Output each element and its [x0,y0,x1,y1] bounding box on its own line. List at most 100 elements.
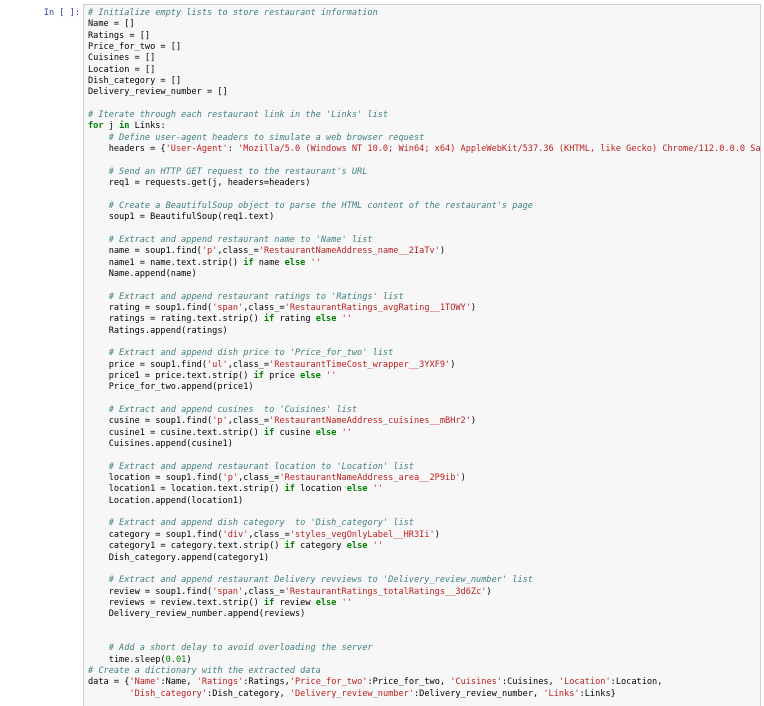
code-token: # Extract and append restaurant name to … [108,234,373,245]
code-token: review = soup1.find( [88,586,213,597]
code-token: price = soup1.find( [88,359,207,370]
code-line: Delivery_review_number = [] [88,87,760,98]
code-token: # Create a dictionary with the extracted… [88,665,321,676]
code-line: Name.append(name) [88,269,760,280]
code-token: :Links} [579,688,616,699]
code-token: : [227,144,239,155]
code-token: :Ratings, [243,677,290,688]
code-token: review [274,597,316,608]
code-token: time.sleep( [88,654,166,665]
code-token: # Define user-agent headers to simulate … [108,132,425,143]
code-line: ​ [88,632,760,643]
code-token: if [243,257,254,268]
code-line: Price_for_two = [] [88,42,760,53]
code-editor[interactable]: # Initialize empty lists to store restau… [88,8,761,700]
code-cell[interactable]: # Initialize empty lists to store restau… [83,4,761,706]
code-token: 'Name' [129,677,161,688]
code-line: review = soup1.find('span',class_='Resta… [88,586,760,598]
code-token: Location.append(location1) [88,495,244,506]
code-line: # Initialize empty lists to store restau… [88,8,760,19]
code-line: Name = [] [88,19,760,30]
code-token: Ratings.append(ratings) [88,325,228,336]
code-token: if [253,371,264,381]
code-line: ​ [88,99,760,110]
code-line: req1 = requests.get(j, headers=headers) [88,178,760,189]
code-token: Delivery_review_number.append(reviews) [88,609,306,620]
code-token: ) [470,302,477,313]
code-line: ​ [88,621,760,632]
code-line: # Extract and append cusines to 'Cuisine… [88,405,760,416]
code-line: # Extract and append dish price to 'Pric… [88,348,760,359]
code-token: Delivery_review_number = [] [88,87,228,98]
code-token: 'p' [222,473,239,484]
code-token: reviews = review.text.strip() [88,597,264,608]
code-token: ) [486,586,492,597]
code-line: Ratings = [] [88,31,760,42]
code-token: if [263,597,275,608]
code-line: ​ [88,507,760,518]
code-line: # Create a dictionary with the extracted… [88,665,760,677]
code-token: 'div' [222,529,249,540]
code-token: data = { [88,677,130,688]
code-token: 'RestaurantRatings_avgRating__1TOWY' [284,302,471,313]
code-line: # Extract and append restaurant Delivery… [88,575,760,586]
code-token: 'RestaurantNameAddress_cuisines__mBHr2' [269,416,471,427]
code-line: Price_for_two.append(price1) [88,382,760,393]
code-token: 'RestaurantRatings_totalRatings__3d6Zc' [284,586,487,597]
code-token: ,class_= [238,473,280,484]
code-token: ) [450,359,456,370]
code-token: '' [341,314,352,325]
code-token: '' [326,371,337,381]
code-token: Cuisines = [] [88,53,156,64]
code-token: ,class_= [243,302,285,313]
code-line: time.sleep(0.01) [88,654,760,666]
code-token: 'Links' [543,688,580,699]
code-token: 'Ratings' [196,677,244,688]
code-token: location1 = location.text.strip() [88,484,285,495]
code-token: Name = [] [88,19,135,30]
code-token: ,class_= [243,586,285,597]
code-token: 'Dish_category' [129,688,208,699]
code-token: :Location, [610,677,663,688]
code-token: :Price_for_two, [367,677,451,688]
code-line: name = soup1.find('p',class_='Restaurant… [88,246,760,257]
code-token: # Extract and append dish category to 'D… [108,518,414,529]
code-token: 'User-Agent' [165,144,228,155]
code-line: headers = {'User-Agent': 'Mozilla/5.0 (W… [88,144,761,155]
code-token: for [88,121,104,132]
code-token: else [346,484,368,495]
code-token: cusine [274,427,316,438]
code-line: # Extract and append restaurant ratings … [88,292,760,303]
code-line: price1 = price.text.strip() if price els… [88,371,760,382]
code-token: req1 = requests.get(j, headers=headers) [88,178,311,189]
notebook-page: In [ ]: # Initialize empty lists to stor… [0,0,764,706]
code-token: cusine = soup1.find( [88,416,213,427]
code-line: name1 = name.text.strip() if name else '… [88,257,760,269]
code-token: 'Mozilla/5.0 (Windows NT 10.0; Win64; x6… [238,144,761,155]
code-token: ) [439,246,446,257]
code-token: :Delivery_review_number, [414,688,544,699]
code-token: location = soup1.find( [88,473,223,484]
code-line: # Extract and append restaurant name to … [88,234,760,246]
code-line: data = {'Name':Name, 'Ratings':Ratings,'… [88,677,760,688]
code-token: ) [434,529,440,540]
cell-prompt: In [ ]: [43,8,80,18]
code-token: 'Delivery_review_number' [289,688,414,699]
code-line: location1 = location.text.strip() if loc… [88,484,760,495]
code-token: 'p' [212,416,228,427]
code-token: ) [460,473,466,484]
code-token: j [103,121,120,132]
code-token: if [284,484,295,495]
code-line: Location = [] [88,65,760,76]
code-token: category = soup1.find( [88,529,223,540]
code-line: Dish_category = [] [88,76,760,87]
code-line: ​ [88,280,760,291]
